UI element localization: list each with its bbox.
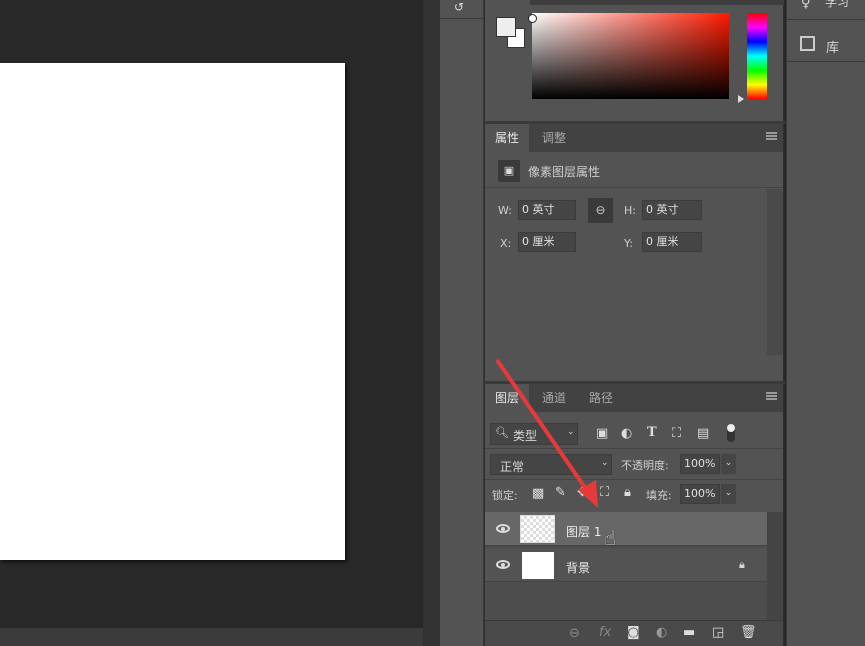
lock-image-pixels-icon[interactable]: ✎ [555, 486, 566, 500]
height-label: H: [624, 204, 636, 217]
properties-title: 像素图层属性 [528, 165, 601, 179]
panel-menu-icon[interactable] [766, 392, 777, 400]
y-label: Y: [624, 237, 633, 250]
layer-row[interactable]: 背景 🔒︎ [485, 548, 767, 582]
lock-icon: 🔒︎ [739, 558, 745, 571]
type-layer-filter-icon[interactable]: T [647, 426, 657, 440]
x-label: X: [500, 237, 512, 250]
layers-scrollbar[interactable] [767, 512, 783, 620]
lock-transparent-pixels-icon[interactable]: ▩ [532, 487, 544, 501]
delete-layer-icon[interactable]: 🗑︎ [740, 626, 757, 640]
library-icon [800, 36, 815, 51]
panel-icon-column: ↺ [440, 0, 484, 646]
tab-properties[interactable]: 属性 [485, 124, 530, 152]
lightbulb-icon: ♀ [801, 0, 811, 11]
lock-position-icon[interactable]: ✥ [577, 486, 588, 500]
smart-object-filter-icon[interactable]: ▤ [697, 427, 709, 441]
layers-tabbar: 图层 通道 路径 [485, 384, 783, 412]
layer-name[interactable]: 图层 1 [566, 523, 601, 540]
pixel-layer-filter-icon[interactable]: ▣ [596, 427, 608, 441]
width-input[interactable]: 0 英寸 [518, 200, 576, 220]
blend-mode-dropdown[interactable]: 正常 ⌄ [490, 454, 612, 475]
chevron-down-icon: ⌄ [567, 427, 575, 437]
layers-list: 图层 1 背景 🔒︎ [485, 512, 783, 620]
shape-layer-filter-icon[interactable]: ⛶ [672, 427, 681, 441]
hue-slider[interactable] [747, 13, 767, 99]
tab-layers[interactable]: 图层 [485, 384, 530, 412]
blend-mode-value: 正常 [500, 460, 525, 474]
foreground-color-swatch[interactable] [496, 17, 516, 37]
panels-column: 属性 调整 ▣ 像素图层属性 W: 0 英寸 ⊖ H: 0 英寸 X: 0 厘米… [484, 0, 785, 646]
layer-filter-dropdown[interactable]: 🔍︎ 类型 ⌄ [490, 423, 578, 445]
right-dock: ♀ 学习 库 [786, 0, 865, 646]
eye-icon[interactable] [496, 560, 510, 569]
properties-scrollbar[interactable] [767, 189, 783, 355]
library-label: 库 [826, 41, 840, 56]
opacity-dropdown-button[interactable]: ⌄ [721, 454, 736, 474]
fill-input[interactable]: 100% [680, 484, 720, 504]
fx-icon[interactable]: fx [599, 626, 611, 640]
learn-label: 学习 [825, 0, 850, 9]
tab-channels[interactable]: 通道 [532, 384, 576, 412]
opacity-input[interactable]: 100% [680, 454, 720, 474]
search-icon: 🔍︎ [495, 426, 509, 439]
width-label: W: [498, 204, 512, 217]
layers-footer: ⊖ fx ◙ ◐ ▬ ◲ 🗑︎ [485, 620, 783, 646]
properties-tabbar: 属性 调整 [485, 124, 783, 152]
add-mask-icon[interactable]: ◙ [627, 626, 640, 640]
filter-toggle-icon[interactable] [727, 424, 735, 442]
divider [440, 18, 484, 19]
link-dimensions-button[interactable]: ⊖ [588, 198, 613, 223]
adjustment-layer-filter-icon[interactable]: ◐ [621, 427, 632, 441]
color-picker-handle[interactable] [528, 14, 537, 23]
opacity-label: 不透明度: [621, 459, 669, 472]
library-button[interactable]: 库 [787, 30, 865, 62]
tab-adjustments[interactable]: 调整 [532, 124, 576, 152]
height-input[interactable]: 0 英寸 [642, 200, 702, 220]
hand-cursor-icon: ☝ [604, 526, 617, 550]
eye-icon[interactable] [496, 524, 510, 533]
fill-label: 填充: [646, 489, 672, 502]
properties-header: ▣ 像素图层属性 [485, 152, 783, 188]
history-icon[interactable]: ↺ [454, 0, 464, 14]
hue-slider-handle[interactable] [738, 95, 744, 103]
lock-label: 锁定: [492, 489, 518, 502]
panel-menu-icon[interactable] [766, 132, 777, 140]
lock-artboard-icon[interactable]: ⛶ [600, 486, 609, 500]
adjustment-layer-icon[interactable]: ◐ [656, 626, 667, 640]
layer-thumbnail [520, 515, 555, 543]
color-panel [485, 0, 784, 122]
x-input[interactable]: 0 厘米 [518, 232, 576, 252]
document-canvas[interactable] [0, 63, 345, 560]
filter-label: 类型 [513, 429, 538, 443]
fill-dropdown-button[interactable]: ⌄ [721, 484, 736, 504]
learn-button[interactable]: ♀ 学习 [787, 0, 865, 20]
layer-row[interactable]: 图层 1 [485, 512, 767, 546]
image-icon: ▣ [498, 160, 520, 182]
y-input[interactable]: 0 厘米 [642, 232, 702, 252]
link-layers-icon[interactable]: ⊖ [569, 627, 580, 641]
panel-divider [423, 0, 440, 646]
lock-all-icon[interactable]: 🔒︎ [624, 486, 631, 500]
new-layer-icon[interactable]: ◲ [712, 626, 724, 640]
layer-name[interactable]: 背景 [566, 559, 590, 576]
color-field[interactable] [528, 13, 729, 99]
horizontal-scrollbar[interactable] [0, 628, 423, 646]
tab-paths[interactable]: 路径 [579, 384, 623, 412]
layer-thumbnail [522, 552, 554, 579]
chevron-down-icon: ⌄ [601, 458, 609, 468]
new-group-icon[interactable]: ▬ [683, 626, 695, 640]
